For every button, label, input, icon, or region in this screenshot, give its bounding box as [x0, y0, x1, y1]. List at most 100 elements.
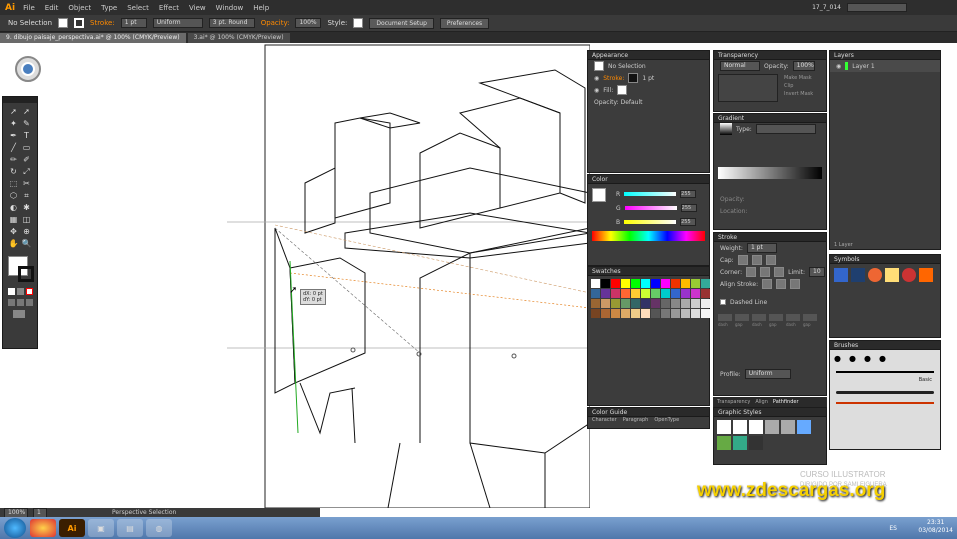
align-inside-icon[interactable]	[776, 279, 787, 289]
style-swatch[interactable]	[765, 420, 779, 434]
style-swatch[interactable]	[733, 436, 747, 450]
tool-icon[interactable]: ✱	[21, 202, 32, 213]
style-default[interactable]	[717, 420, 731, 434]
document-app-icon[interactable]: ▤	[117, 519, 143, 537]
swatch[interactable]	[651, 299, 660, 308]
stroke-weight-dropdown[interactable]: 1 pt	[120, 18, 147, 28]
graphic-style-swatch[interactable]	[353, 18, 364, 28]
tool-icon[interactable]: ✎	[21, 118, 32, 129]
stroke-label[interactable]: Stroke:	[90, 19, 115, 27]
stroke-weight-field[interactable]: 1 pt	[746, 243, 777, 253]
style-swatch[interactable]	[781, 420, 795, 434]
tool-icon[interactable]: ▦	[8, 214, 19, 225]
round-cap-icon[interactable]	[751, 255, 762, 265]
illustrator-taskbar-icon[interactable]: Ai	[59, 519, 85, 537]
swatch[interactable]	[681, 299, 690, 308]
swatch[interactable]	[641, 309, 650, 318]
swatch[interactable]	[641, 299, 650, 308]
swatch[interactable]	[641, 289, 650, 298]
tab-character[interactable]: Character	[592, 417, 617, 423]
tool-icon[interactable]: ✥	[8, 226, 19, 237]
language-indicator[interactable]: ES	[889, 525, 897, 532]
menu-window[interactable]: Window	[216, 4, 244, 12]
swatch[interactable]	[591, 289, 600, 298]
draw-inside-icon[interactable]	[26, 299, 33, 306]
menu-object[interactable]: Object	[68, 4, 91, 12]
tool-icon[interactable]: ✏	[8, 154, 19, 165]
menu-select[interactable]: Select	[127, 4, 149, 12]
tool-icon[interactable]: ✐	[21, 154, 32, 165]
swatch[interactable]	[651, 309, 660, 318]
brush-stroke[interactable]	[836, 391, 934, 394]
clip-checkbox[interactable]: Clip	[784, 82, 813, 90]
tab-paragraph[interactable]: Paragraph	[623, 417, 649, 423]
tab-document-2[interactable]: 3.ai* @ 100% (CMYK/Preview)	[187, 33, 290, 43]
swatch[interactable]	[691, 279, 700, 288]
color-r-value[interactable]: 255	[680, 190, 697, 198]
style-dropdown[interactable]: 3 pt. Round	[208, 18, 255, 28]
swatch[interactable]	[671, 309, 680, 318]
swatch[interactable]	[691, 299, 700, 308]
round-join-icon[interactable]	[760, 267, 771, 277]
style-swatch[interactable]	[717, 436, 731, 450]
swatch[interactable]	[701, 309, 710, 318]
make-mask-button[interactable]: Make Mask	[784, 74, 813, 82]
tool-icon[interactable]: T	[21, 130, 32, 141]
gradient-type-dropdown[interactable]	[755, 124, 816, 134]
swatch[interactable]	[671, 299, 680, 308]
swatch[interactable]	[701, 289, 710, 298]
swatch[interactable]	[651, 279, 660, 288]
color-fill-box[interactable]	[592, 188, 606, 202]
gap-field[interactable]	[769, 314, 783, 321]
swatch[interactable]	[671, 289, 680, 298]
symbol-item[interactable]	[834, 268, 848, 282]
symbol-item[interactable]	[868, 268, 882, 282]
color-g-value[interactable]: 255	[680, 204, 697, 212]
swatch[interactable]	[621, 299, 630, 308]
fill-swatch[interactable]	[58, 18, 69, 28]
brush-stroke[interactable]	[836, 402, 934, 404]
draw-normal-icon[interactable]	[8, 299, 15, 306]
swatch[interactable]	[661, 309, 670, 318]
swatch[interactable]	[691, 289, 700, 298]
swatch[interactable]	[681, 279, 690, 288]
appearance-fill-label[interactable]: Fill:	[603, 87, 613, 94]
symbol-item[interactable]	[902, 268, 916, 282]
tool-icon[interactable]: ➚	[8, 106, 19, 117]
color-mode-icon[interactable]	[8, 288, 15, 295]
media-app-icon[interactable]: ◍	[146, 519, 172, 537]
tab-opentype[interactable]: OpenType	[654, 417, 679, 423]
swatch[interactable]	[681, 309, 690, 318]
blend-mode-dropdown[interactable]: Normal	[720, 61, 760, 71]
stroke-profile-dropdown[interactable]: Uniform	[744, 369, 791, 379]
swatch[interactable]	[701, 299, 710, 308]
tool-icon[interactable]: ✋	[8, 238, 19, 249]
stroke-swatch[interactable]	[74, 18, 85, 28]
opacity-label[interactable]: Opacity:	[261, 19, 290, 27]
tool-icon[interactable]: ╱	[8, 142, 19, 153]
dashed-line-checkbox[interactable]	[720, 299, 726, 305]
tool-icon[interactable]: ✦	[8, 118, 19, 129]
style-swatch[interactable]	[749, 420, 763, 434]
symbol-item[interactable]	[919, 268, 933, 282]
dash-field[interactable]	[752, 314, 766, 321]
tool-icon[interactable]: ◐	[8, 202, 19, 213]
style-swatch[interactable]	[749, 436, 763, 450]
align-center-icon[interactable]	[762, 279, 773, 289]
preferences-button[interactable]: Preferences	[439, 17, 490, 29]
system-clock[interactable]: 23:31 03/08/2014	[918, 519, 953, 535]
photo-app-icon[interactable]: ▣	[88, 519, 114, 537]
transparency-opacity-field[interactable]: 100%	[792, 61, 815, 71]
menu-type[interactable]: Type	[101, 4, 117, 12]
perspective-grid-widget-icon[interactable]	[15, 56, 41, 82]
appearance-stroke-swatch[interactable]	[628, 73, 639, 83]
swatch[interactable]	[601, 299, 610, 308]
brush-dropdown[interactable]: Uniform	[152, 18, 203, 28]
tab-align[interactable]: Align	[755, 397, 768, 407]
stroke-color-box[interactable]	[18, 266, 34, 282]
symbol-item[interactable]	[851, 268, 865, 282]
swatch[interactable]	[661, 299, 670, 308]
swatch[interactable]	[631, 309, 640, 318]
layer-name[interactable]: Layer 1	[852, 63, 874, 70]
style-swatch[interactable]	[733, 420, 747, 434]
